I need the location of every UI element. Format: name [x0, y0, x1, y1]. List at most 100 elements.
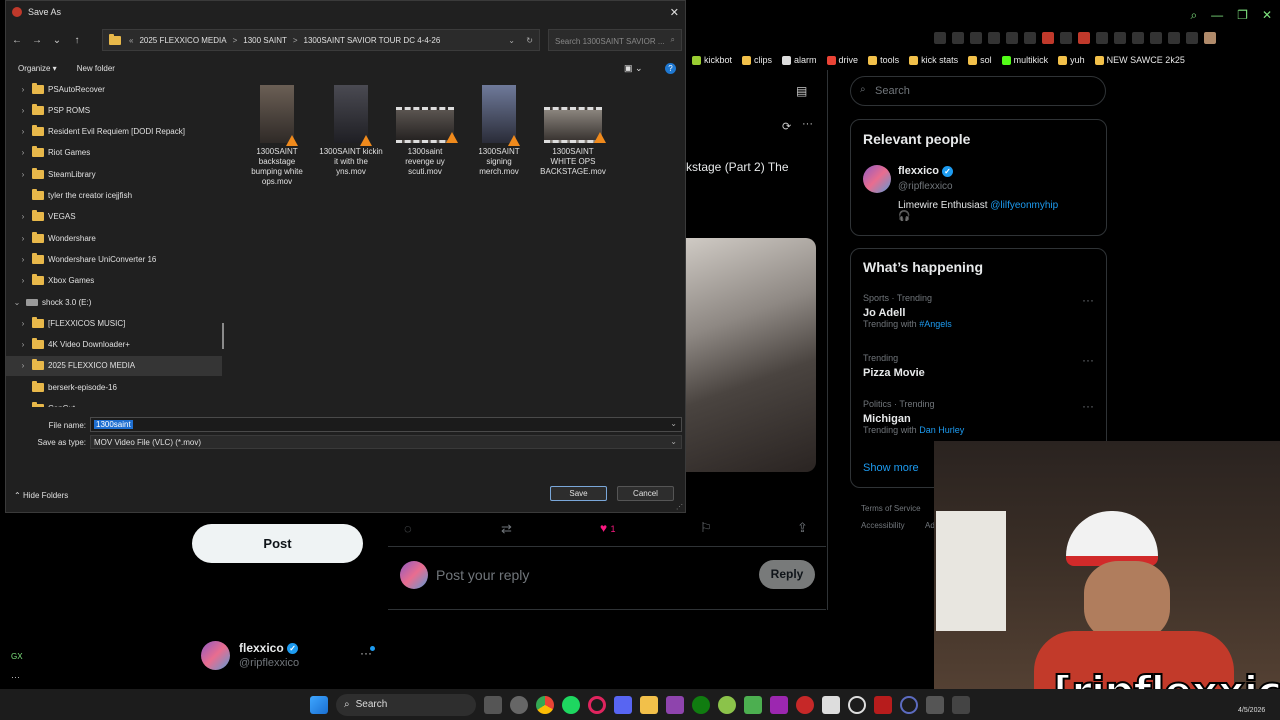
app-icon[interactable] — [900, 695, 918, 714]
trend-link[interactable]: #Angels — [919, 319, 952, 329]
account-name-row[interactable]: flexxico ✓ — [239, 641, 299, 655]
app-icon[interactable] — [952, 695, 970, 714]
reply-icon[interactable]: ◌ — [404, 521, 412, 536]
close-icon[interactable]: ✕ — [1262, 8, 1272, 23]
breadcrumb-separator[interactable]: > — [293, 36, 298, 45]
app-icon[interactable] — [666, 695, 684, 714]
minimize-icon[interactable]: — — [1211, 8, 1223, 23]
chevron-right-icon[interactable]: › — [18, 85, 28, 94]
like-button[interactable]: ♥ 1 — [600, 521, 615, 535]
chatgpt-icon[interactable] — [848, 695, 866, 714]
app-icon[interactable] — [770, 695, 788, 714]
extension-icon[interactable] — [988, 32, 1000, 44]
avatar[interactable] — [863, 165, 891, 193]
app-icon[interactable] — [874, 695, 892, 714]
chevron-right-icon[interactable]: › — [18, 319, 28, 328]
footer-link[interactable]: Terms of Service — [861, 504, 921, 513]
file-name-input[interactable]: 1300saint ⌄ — [90, 417, 682, 432]
profile-avatar[interactable] — [1204, 32, 1216, 44]
address-bar[interactable]: « 2025 FLEXXICO MEDIA > 1300 SAINT > 130… — [102, 29, 540, 51]
bookmark-item[interactable]: clips — [742, 55, 772, 65]
extension-icon[interactable] — [970, 32, 982, 44]
discord-icon[interactable] — [614, 695, 632, 714]
app-icon[interactable] — [822, 695, 840, 714]
reply-input[interactable]: Post your reply — [436, 567, 529, 583]
tree-item[interactable]: › [FLEXXICOS MUSIC] — [6, 313, 222, 333]
start-button[interactable] — [310, 695, 328, 714]
bio-link[interactable]: @lilfyeonmyhip — [990, 200, 1058, 211]
chevron-down-icon[interactable]: ⌄ — [12, 298, 22, 307]
forward-icon[interactable]: → — [30, 35, 44, 46]
extension-icon[interactable] — [1132, 32, 1144, 44]
breadcrumb-item[interactable]: 1300 SAINT — [243, 36, 287, 45]
bookmark-item[interactable]: sol — [968, 55, 992, 65]
task-view-icon[interactable] — [484, 695, 502, 714]
recent-dropdown-icon[interactable]: ⌄ — [50, 35, 64, 46]
organize-button[interactable]: Organize ▾ — [18, 64, 57, 73]
taskbar-search[interactable]: ⌕ Search — [336, 693, 476, 716]
breadcrumb-item[interactable]: 2025 FLEXXICO MEDIA — [139, 36, 226, 45]
search-icon[interactable]: ⌕ — [1190, 8, 1197, 23]
extension-icon[interactable] — [952, 32, 964, 44]
extension-icon[interactable] — [1078, 32, 1090, 44]
more-icon[interactable]: ··· — [802, 118, 813, 130]
tree-item[interactable]: › 4K Video Downloader+ — [6, 335, 222, 355]
cancel-button[interactable]: Cancel — [617, 486, 674, 501]
refresh-icon[interactable]: ↻ — [526, 36, 533, 45]
app-icon[interactable] — [718, 695, 736, 714]
trend-item[interactable]: Sports · Trending Jo Adell Trending with #… — [863, 293, 952, 329]
extension-icon[interactable] — [1060, 32, 1072, 44]
person-name-row[interactable]: flexxico ✓ — [898, 165, 954, 177]
tree-scrollbar[interactable] — [222, 323, 224, 349]
more-icon[interactable]: ··· — [1082, 399, 1094, 413]
footer-link[interactable]: Accessibility — [861, 521, 905, 530]
file-item[interactable]: 1300SAINT WHITE OPS BACKSTAGE.mov — [538, 85, 608, 177]
chevron-right-icon[interactable]: › — [18, 404, 28, 407]
more-icon[interactable]: ··· — [1082, 353, 1094, 367]
restore-icon[interactable]: ❐ — [1237, 8, 1248, 23]
opera-gx-icon[interactable] — [588, 695, 606, 714]
bookmark-item[interactable]: kick stats — [909, 55, 958, 65]
extension-icon[interactable] — [1006, 32, 1018, 44]
post-video[interactable] — [686, 238, 816, 472]
chevron-right-icon[interactable]: › — [18, 276, 28, 285]
extension-icon[interactable] — [1096, 32, 1108, 44]
tree-item[interactable]: › VEGAS — [6, 207, 222, 227]
file-item[interactable]: 1300SAINT signing merch.mov — [464, 85, 534, 177]
chevron-right-icon[interactable]: › — [18, 127, 28, 136]
breadcrumb-separator[interactable]: > — [233, 36, 238, 45]
xbox-icon[interactable] — [692, 695, 710, 714]
hide-folders-toggle[interactable]: ⌃ Hide Folders — [14, 491, 68, 500]
file-item[interactable]: 1300saint revenge uy scuti.mov — [390, 85, 460, 177]
extension-icon[interactable] — [934, 32, 946, 44]
search-input[interactable]: ⌕ Search — [850, 76, 1106, 106]
tree-item[interactable]: tyler the creator icejjfish — [6, 186, 222, 206]
chevron-right-icon[interactable]: › — [18, 361, 28, 370]
folder-search-input[interactable]: Search 1300SAINT SAVIOR ... ⌕ — [548, 29, 682, 51]
bookmark-item[interactable]: drive — [826, 55, 858, 65]
repost-icon[interactable]: ⇄ — [501, 521, 512, 537]
extension-icon[interactable] — [1168, 32, 1180, 44]
bookmark-item[interactable]: tools — [868, 55, 899, 65]
save-type-select[interactable]: MOV Video File (VLC) (*.mov) ⌄ — [90, 435, 682, 449]
tree-item[interactable]: › 2025 FLEXXICO MEDIA — [6, 355, 222, 376]
trend-link[interactable]: Dan Hurley — [919, 425, 964, 435]
back-icon[interactable]: ← — [10, 35, 24, 46]
reader-icon[interactable]: ▤ — [796, 84, 807, 98]
gx-label[interactable]: GX — [11, 652, 23, 661]
help-icon[interactable]: ? — [665, 62, 676, 74]
up-icon[interactable]: ↑ — [70, 35, 84, 46]
file-item[interactable]: 1300SAINT kickin it with the yns.mov — [316, 85, 386, 177]
reply-button[interactable]: Reply — [759, 560, 815, 589]
post-button[interactable]: Post — [192, 524, 363, 563]
extension-icon[interactable] — [1042, 32, 1054, 44]
tree-item[interactable]: › CapCut — [6, 399, 222, 407]
extension-icon[interactable] — [1024, 32, 1036, 44]
share-icon[interactable]: ⇪ — [797, 520, 808, 536]
chevron-right-icon[interactable]: › — [18, 212, 28, 221]
tree-item[interactable]: ⌄ shock 3.0 (E:) — [6, 292, 222, 312]
trend-item[interactable]: Trending Pizza Movie — [863, 353, 925, 379]
chevron-right-icon[interactable]: › — [18, 255, 28, 264]
bookmark-item[interactable]: yuh — [1058, 55, 1085, 65]
tree-item[interactable]: › Wondershare — [6, 228, 222, 248]
